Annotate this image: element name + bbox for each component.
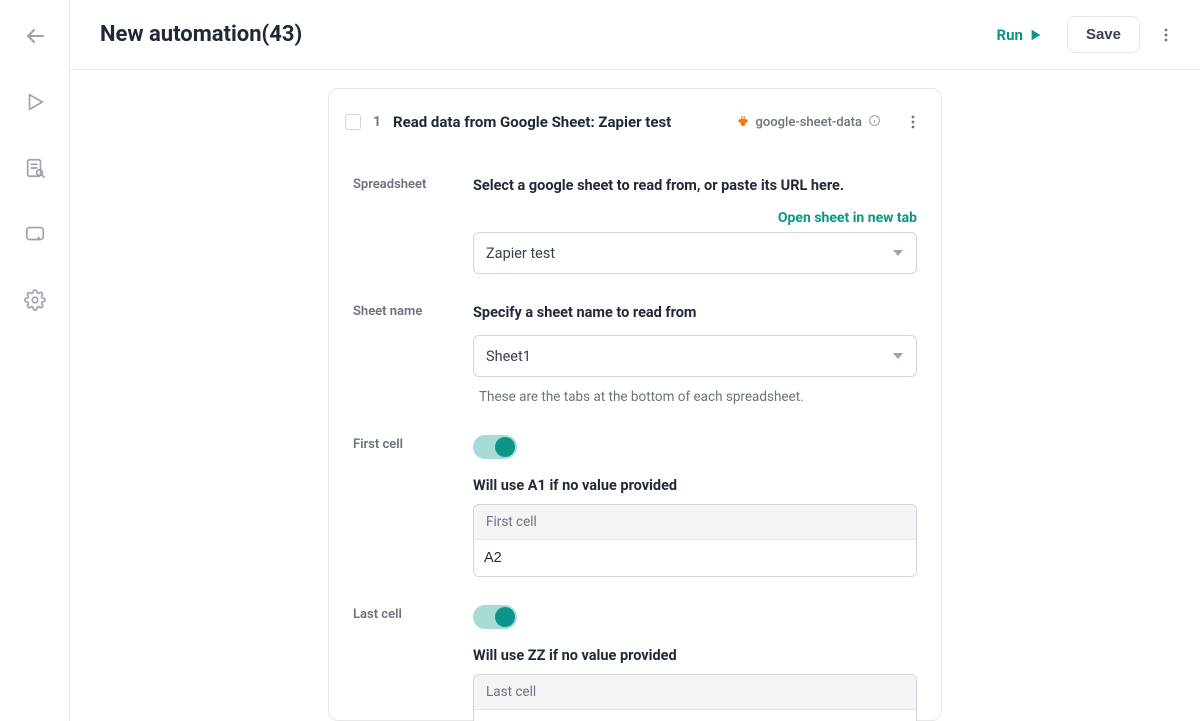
- firstcell-label: First cell: [353, 435, 473, 452]
- run-button[interactable]: Run: [987, 18, 1053, 52]
- play-icon[interactable]: [21, 88, 49, 116]
- lastcell-box-label: Last cell: [474, 675, 916, 710]
- device-warning-icon[interactable]: [21, 220, 49, 248]
- lastcell-label: Last cell: [353, 605, 473, 622]
- firstcell-input[interactable]: [474, 540, 916, 576]
- lastcell-subtitle: Will use ZZ if no value provided: [473, 647, 917, 664]
- step-tag: google-sheet-data: [736, 114, 881, 131]
- save-button[interactable]: Save: [1067, 16, 1140, 53]
- spreadsheet-label: Spreadsheet: [353, 175, 473, 192]
- step-card: 1 Read data from Google Sheet: Zapier te…: [328, 88, 942, 721]
- step-checkbox[interactable]: [345, 114, 361, 130]
- plug-icon: [736, 115, 750, 129]
- spreadsheet-title: Select a google sheet to read from, or p…: [473, 175, 917, 196]
- tag-text: google-sheet-data: [756, 115, 862, 130]
- sheetname-value: Sheet1: [486, 348, 892, 365]
- chevron-down-icon: [892, 350, 904, 362]
- spreadsheet-value: Zapier test: [486, 245, 892, 262]
- run-label: Run: [997, 26, 1023, 44]
- info-icon[interactable]: [868, 114, 881, 131]
- sheetname-title: Specify a sheet name to read from: [473, 302, 917, 323]
- firstcell-toggle[interactable]: [473, 435, 517, 459]
- lastcell-input-box: Last cell: [473, 674, 917, 721]
- step-title: Read data from Google Sheet: Zapier test: [393, 113, 671, 131]
- settings-icon[interactable]: [21, 286, 49, 314]
- back-button[interactable]: [21, 22, 49, 50]
- sheetname-hint: These are the tabs at the bottom of each…: [473, 389, 917, 405]
- lastcell-toggle[interactable]: [473, 605, 517, 629]
- step-number: 1: [373, 114, 381, 130]
- list-search-icon[interactable]: [21, 154, 49, 182]
- sheetname-label: Sheet name: [353, 302, 473, 319]
- more-menu-button[interactable]: [1156, 20, 1176, 50]
- chevron-down-icon: [892, 247, 904, 259]
- firstcell-subtitle: Will use A1 if no value provided: [473, 477, 917, 494]
- lastcell-input[interactable]: [474, 710, 916, 721]
- sheetname-select[interactable]: Sheet1: [473, 335, 917, 377]
- sidebar: [0, 0, 70, 721]
- spreadsheet-select[interactable]: Zapier test: [473, 232, 917, 274]
- firstcell-input-box: First cell: [473, 504, 917, 577]
- step-more-button[interactable]: [903, 107, 923, 137]
- header: New automation(43) Run Save: [70, 0, 1200, 70]
- page-title: New automation(43): [100, 22, 302, 47]
- open-sheet-link[interactable]: Open sheet in new tab: [778, 210, 917, 226]
- firstcell-box-label: First cell: [474, 505, 916, 540]
